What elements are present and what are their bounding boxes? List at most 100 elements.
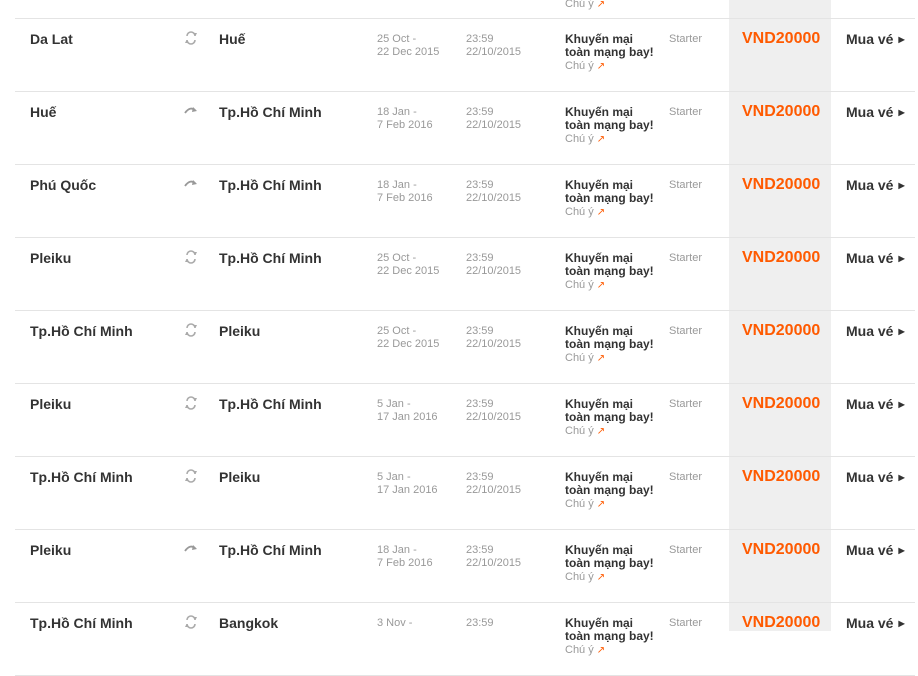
fare-class: Starter <box>669 33 703 45</box>
promo-fare-list: Chú ý ↗ Da Lat Huế 25 Oct - 22 Dec 2015 23:5… <box>0 0 918 676</box>
one-way-icon <box>184 104 198 118</box>
buy-label: Mua vé <box>846 542 894 558</box>
buy-ticket-button[interactable]: Mua vé ▶ <box>846 177 905 193</box>
origin-city: Pleiku <box>30 542 72 558</box>
sale-deadline: 23:59 22/10/2015 <box>466 471 522 496</box>
price: VND20000 <box>742 541 821 558</box>
buy-ticket-button[interactable]: Mua vé ▶ <box>846 396 905 412</box>
destination-city: Tp.Hồ Chí Minh <box>219 396 322 412</box>
buy-label: Mua vé <box>846 323 894 339</box>
buy-label: Mua vé <box>846 31 894 47</box>
promo-label: Khuyến mại toàn mạng bay! <box>565 178 654 205</box>
fare-class: Starter <box>669 398 703 410</box>
round-trip-icon <box>184 323 198 337</box>
note-link[interactable]: Chú ý ↗ <box>565 498 655 511</box>
external-arrow-icon: ↗ <box>596 572 606 583</box>
caret-right-icon: ▶ <box>898 473 905 482</box>
route-row: Da Lat Huế 25 Oct - 22 Dec 2015 23:59 22/10… <box>15 19 915 92</box>
fare-class: Starter <box>669 106 703 118</box>
travel-dates: 5 Jan - 17 Jan 2016 <box>377 398 438 423</box>
note-link[interactable]: Chú ý ↗ <box>565 133 655 146</box>
travel-dates: 18 Jan - 7 Feb 2016 <box>377 179 433 204</box>
buy-ticket-button[interactable]: Mua vé ▶ <box>846 469 905 485</box>
promo-title: Khuyến mại toàn mạng bay! Chú ý ↗ <box>565 252 655 292</box>
caret-right-icon: ▶ <box>898 254 905 263</box>
round-trip-icon <box>184 469 198 483</box>
note-label: Chú ý <box>565 206 594 218</box>
caret-right-icon: ▶ <box>898 181 905 190</box>
route-row: Phú Quốc Tp.Hồ Chí Minh 18 Jan - 7 Feb 201… <box>15 165 915 238</box>
destination-city: Pleiku <box>219 469 261 485</box>
sale-deadline: 23:59 22/10/2015 <box>466 179 522 204</box>
note-link[interactable]: Chú ý ↗ <box>565 279 655 292</box>
promo-label: Khuyến mại toàn mạng bay! <box>565 616 654 643</box>
sale-deadline: 23:59 22/10/2015 <box>466 398 522 423</box>
buy-label: Mua vé <box>846 177 894 193</box>
destination-city: Tp.Hồ Chí Minh <box>219 177 322 193</box>
route-row: Pleiku Tp.Hồ Chí Minh 25 Oct - 22 Dec 2015… <box>15 238 915 311</box>
travel-dates: 3 Nov - <box>377 617 413 629</box>
sale-deadline: 23:59 22/10/2015 <box>466 544 522 569</box>
external-arrow-icon: ↗ <box>596 645 606 656</box>
route-row: Tp.Hồ Chí Minh Bangkok 3 Nov - 23:59 Khuyến … <box>15 603 915 676</box>
external-arrow-icon: ↗ <box>596 61 606 72</box>
caret-right-icon: ▶ <box>898 619 905 628</box>
external-arrow-icon: ↗ <box>596 0 606 10</box>
buy-ticket-button[interactable]: Mua vé ▶ <box>846 104 905 120</box>
route-row: Tp.Hồ Chí Minh Pleiku 25 Oct - 22 Dec 2015… <box>15 311 915 384</box>
origin-city: Huế <box>30 104 57 120</box>
note-link[interactable]: Chú ý ↗ <box>565 206 655 219</box>
route-row: Pleiku Tp.Hồ Chí Minh 5 Jan - 17 Jan 2016 2… <box>15 384 915 457</box>
note-link[interactable]: Chú ý ↗ <box>565 60 655 73</box>
travel-dates: 18 Jan - 7 Feb 2016 <box>377 106 433 131</box>
travel-dates: 25 Oct - 22 Dec 2015 <box>377 325 440 350</box>
travel-dates: 18 Jan - 7 Feb 2016 <box>377 544 433 569</box>
promo-title: Khuyến mại toàn mạng bay! Chú ý ↗ <box>565 33 655 73</box>
origin-city: Tp.Hồ Chí Minh <box>30 469 133 485</box>
note-link[interactable]: Chú ý ↗ <box>565 571 655 584</box>
external-arrow-icon: ↗ <box>596 134 606 145</box>
note-link[interactable]: Chú ý ↗ <box>565 644 655 657</box>
sale-deadline: 23:59 <box>466 617 494 629</box>
price: VND20000 <box>742 176 821 193</box>
one-way-icon <box>184 542 198 556</box>
promo-label: Khuyến mại toàn mạng bay! <box>565 105 654 132</box>
route-row: Tp.Hồ Chí Minh Pleiku 5 Jan - 17 Jan 2016 2… <box>15 457 915 530</box>
note-link[interactable]: Chú ý ↗ <box>565 425 655 438</box>
buy-label: Mua vé <box>846 250 894 266</box>
partial-row-top: Chú ý ↗ <box>15 0 915 19</box>
external-arrow-icon: ↗ <box>596 280 606 291</box>
destination-city: Tp.Hồ Chí Minh <box>219 542 322 558</box>
external-arrow-icon: ↗ <box>596 499 606 510</box>
note-label: Chú ý <box>565 60 594 72</box>
fare-class: Starter <box>669 179 703 191</box>
price: VND20000 <box>742 468 821 485</box>
buy-ticket-button[interactable]: Mua vé ▶ <box>846 542 905 558</box>
buy-ticket-button[interactable]: Mua vé ▶ <box>846 250 905 266</box>
destination-city: Bangkok <box>219 615 279 631</box>
promo-label: Khuyến mại toàn mạng bay! <box>565 32 654 59</box>
promo-title: Khuyến mại toàn mạng bay! Chú ý ↗ <box>565 106 655 146</box>
fare-class: Starter <box>669 471 703 483</box>
price: VND20000 <box>742 103 821 120</box>
buy-ticket-button[interactable]: Mua vé ▶ <box>846 323 905 339</box>
note-link[interactable]: Chú ý ↗ <box>565 0 605 10</box>
round-trip-icon <box>184 615 198 629</box>
buy-ticket-button[interactable]: Mua vé ▶ <box>846 31 905 47</box>
sale-deadline: 23:59 22/10/2015 <box>466 33 522 58</box>
buy-ticket-button[interactable]: Mua vé ▶ <box>846 615 905 631</box>
note-link[interactable]: Chú ý ↗ <box>565 352 655 365</box>
sale-deadline: 23:59 22/10/2015 <box>466 325 522 350</box>
destination-city: Huế <box>219 31 246 47</box>
promo-title: Khuyến mại toàn mạng bay! Chú ý ↗ <box>565 471 655 511</box>
price: VND20000 <box>742 30 821 47</box>
travel-dates: 5 Jan - 17 Jan 2016 <box>377 471 438 496</box>
one-way-icon <box>184 177 198 191</box>
note-label: Chú ý <box>565 0 594 10</box>
fare-class: Starter <box>669 617 703 629</box>
sale-deadline: 23:59 22/10/2015 <box>466 252 522 277</box>
route-row: Huế Tp.Hồ Chí Minh 18 Jan - 7 Feb 2016 23:5… <box>15 92 915 165</box>
destination-city: Tp.Hồ Chí Minh <box>219 250 322 266</box>
travel-dates: 25 Oct - 22 Dec 2015 <box>377 33 440 58</box>
buy-label: Mua vé <box>846 104 894 120</box>
